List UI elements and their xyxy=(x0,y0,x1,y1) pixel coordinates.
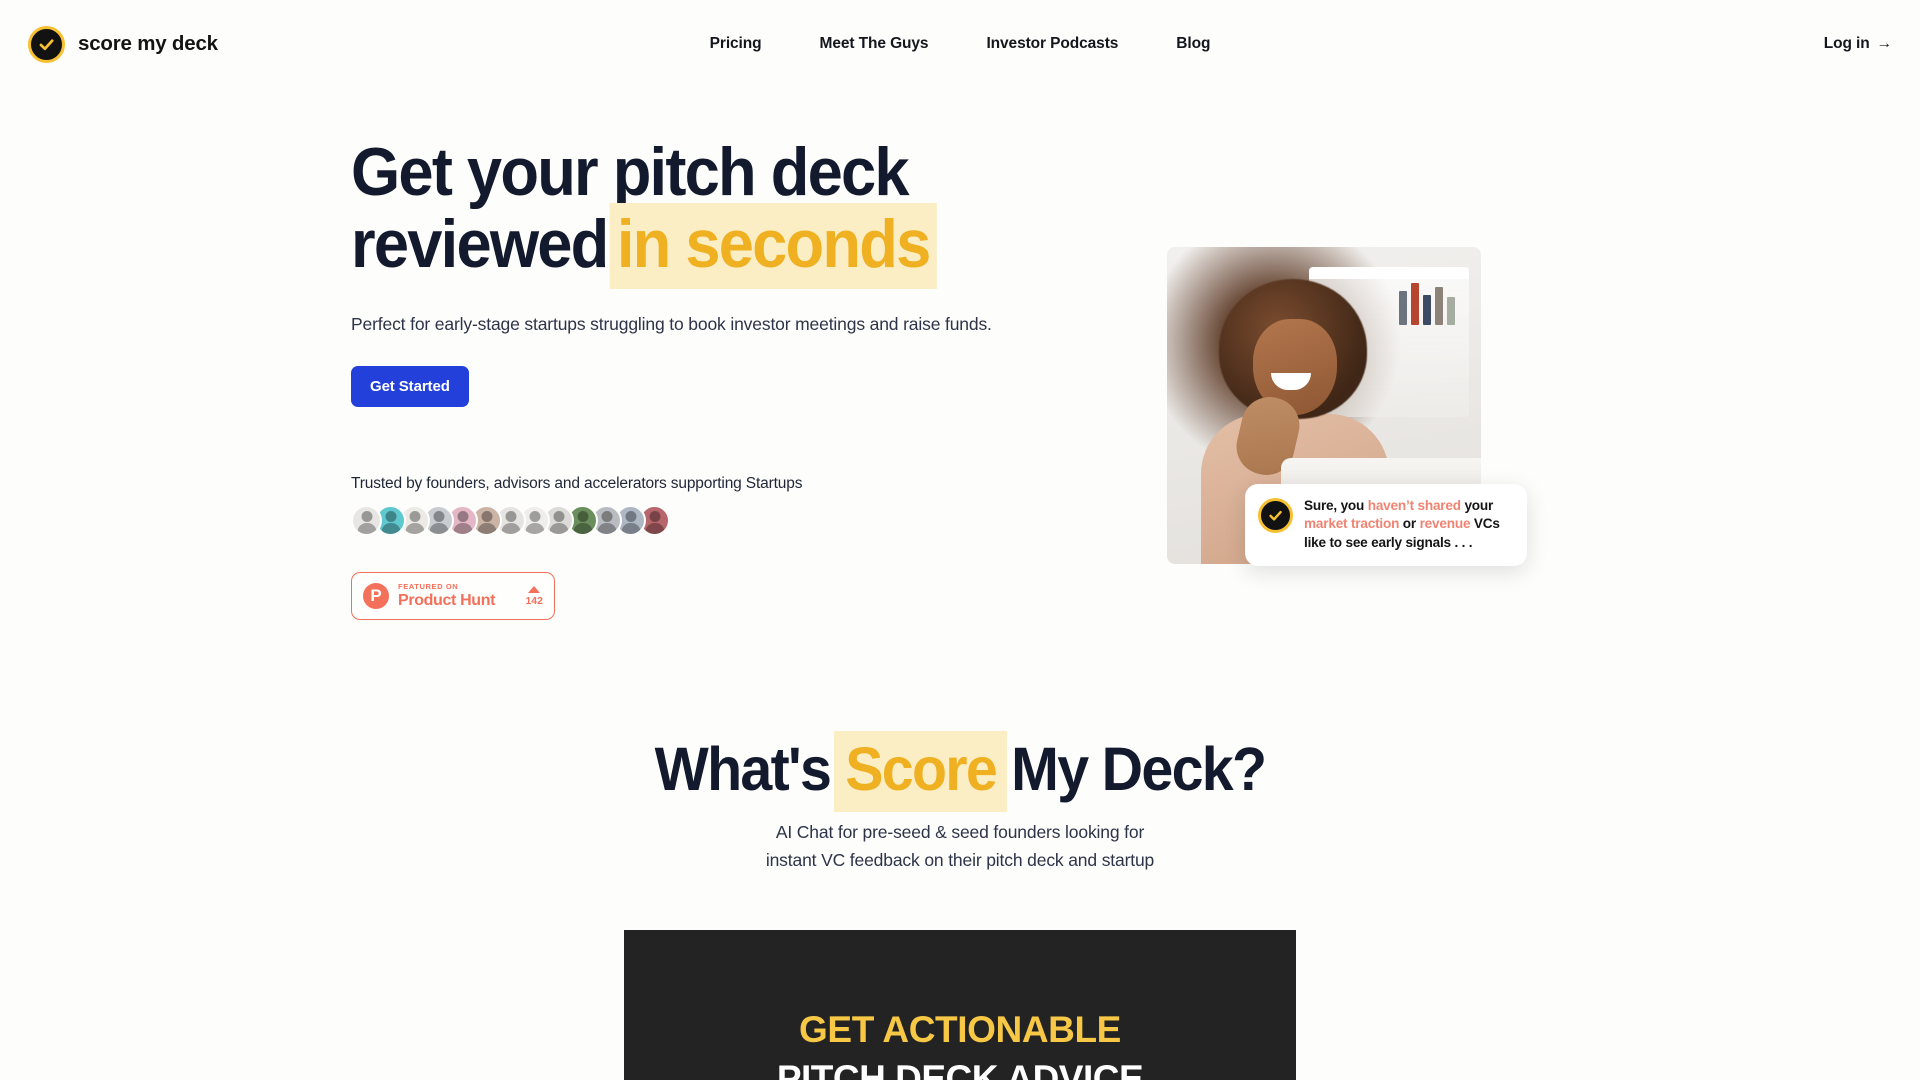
product-hunt-votes: 142 xyxy=(525,585,543,607)
trust-block: Trusted by founders, advisors and accele… xyxy=(351,475,1181,536)
section-title-prefix: What's xyxy=(654,735,832,803)
product-hunt-badge[interactable]: P FEATURED ON Product Hunt 142 xyxy=(351,572,555,620)
hero-title-line1: Get your pitch deck xyxy=(351,134,910,210)
product-hunt-vote-count: 142 xyxy=(525,594,543,607)
nav-item-investor-podcasts[interactable]: Investor Podcasts xyxy=(986,35,1118,53)
main-nav: Pricing Meet The Guys Investor Podcasts … xyxy=(710,35,1211,53)
trusted-by-text: Trusted by founders, advisors and accele… xyxy=(351,475,803,492)
hero-media: Sure, you haven’t shared your market tra… xyxy=(1167,247,1527,567)
video-card-line1: GET ACTIONABLE xyxy=(799,1009,1121,1050)
chat-bubble: Sure, you haven’t shared your market tra… xyxy=(1245,484,1527,567)
get-started-button[interactable]: Get Started xyxy=(351,366,469,407)
brand-logo-link[interactable]: score my deck xyxy=(28,25,218,63)
nav-item-blog[interactable]: Blog xyxy=(1176,35,1210,53)
brand-name: score my deck xyxy=(78,32,218,55)
chat-bubble-segment: your xyxy=(1460,498,1494,513)
video-card-content: GET ACTIONABLE PITCH DECK ADVICE FROM 10… xyxy=(624,1009,1296,1080)
chat-bubble-segment: revenue xyxy=(1419,516,1471,532)
site-header: score my deck Pricing Meet The Guys Inve… xyxy=(0,0,1920,88)
section-title: What's Score My Deck? xyxy=(58,731,1863,812)
chat-bubble-segment: Sure, you xyxy=(1304,498,1368,513)
section-subtitle: AI Chat for pre-seed & seed founders loo… xyxy=(0,818,1920,874)
chat-bubble-text: Sure, you haven’t shared your market tra… xyxy=(1304,497,1513,552)
books-decoration xyxy=(1399,283,1455,325)
check-circle-icon xyxy=(1258,498,1293,533)
chat-bubble-segment: or xyxy=(1399,516,1420,532)
chat-bubble-segment: haven’t shared xyxy=(1367,498,1461,513)
section-title-suffix: My Deck? xyxy=(1011,735,1267,803)
nav-item-meet-the-guys[interactable]: Meet The Guys xyxy=(820,35,929,53)
product-hunt-texts: FEATURED ON Product Hunt xyxy=(398,583,495,610)
product-hunt-kicker: FEATURED ON xyxy=(398,581,459,591)
hero-copy: Get your pitch deck reviewed in seconds P… xyxy=(351,136,1181,620)
section-title-highlight: Score xyxy=(833,731,1008,812)
page-title: Get your pitch deck reviewed in seconds xyxy=(351,134,1123,289)
hero-subtitle: Perfect for early-stage startups struggl… xyxy=(351,314,992,334)
product-hunt-icon: P xyxy=(363,583,389,609)
avatar-row xyxy=(351,505,1181,536)
product-hunt-name: Product Hunt xyxy=(398,592,496,610)
video-card-line2: PITCH DECK ADVICE xyxy=(776,1058,1144,1080)
check-circle-icon xyxy=(28,25,65,63)
hero-title-highlight: in seconds xyxy=(609,203,937,289)
hero-section: Get your pitch deck reviewed in seconds P… xyxy=(0,88,1920,728)
login-link[interactable]: Log in → xyxy=(1824,35,1892,53)
chat-bubble-segment: market traction xyxy=(1304,516,1400,532)
section-subtitle-line2: instant VC feedback on their pitch deck … xyxy=(765,850,1155,870)
nav-item-pricing[interactable]: Pricing xyxy=(710,35,762,53)
section-subtitle-line1: AI Chat for pre-seed & seed founders loo… xyxy=(775,822,1145,842)
whats-section: What's Score My Deck? AI Chat for pre-seed… xyxy=(0,731,1920,1080)
arrow-right-icon: → xyxy=(1876,35,1893,52)
video-card[interactable]: GET ACTIONABLE PITCH DECK ADVICE FROM 10… xyxy=(624,930,1296,1080)
avatar xyxy=(351,505,382,536)
login-label: Log in xyxy=(1823,35,1870,52)
caret-up-icon xyxy=(528,585,541,593)
hero-title-line2: reviewed xyxy=(351,206,609,282)
